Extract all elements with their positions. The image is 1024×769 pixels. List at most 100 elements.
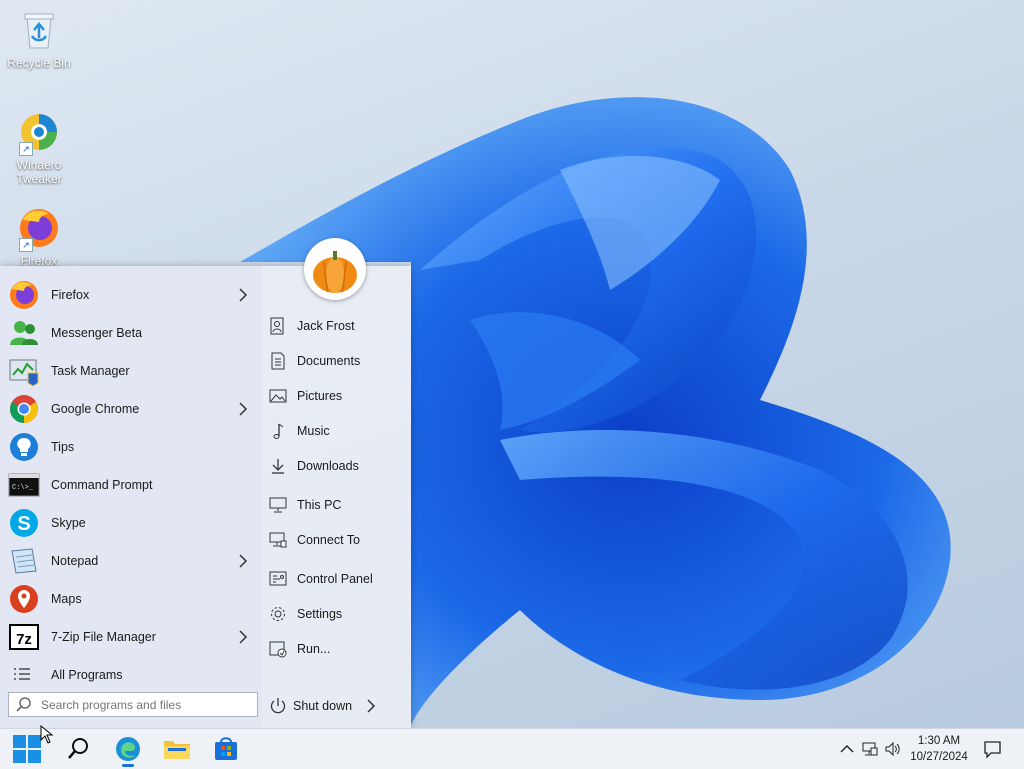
chevron-up-icon[interactable] bbox=[838, 739, 856, 759]
svg-text:C:\>_: C:\>_ bbox=[12, 484, 34, 492]
search-box[interactable] bbox=[8, 692, 258, 717]
all-programs-list-icon bbox=[8, 659, 40, 691]
desktop-icon-recycle-bin[interactable]: Recycle Bin bbox=[3, 8, 75, 70]
chevron-right-icon[interactable] bbox=[236, 552, 250, 570]
desktop-icon-label: Winaero Tweaker bbox=[16, 158, 62, 186]
program-item-notepad[interactable]: Notepad bbox=[8, 544, 254, 578]
clock-time: 1:30 AM bbox=[917, 735, 961, 747]
svg-text:7z: 7z bbox=[16, 631, 32, 648]
program-item-google-chrome[interactable]: Google Chrome bbox=[8, 392, 254, 426]
mouse-cursor-icon bbox=[40, 725, 54, 744]
program-item-tips[interactable]: Tips bbox=[8, 430, 254, 464]
seven-zip-icon: 7z bbox=[8, 621, 40, 653]
power-icon bbox=[270, 698, 286, 714]
taskbar-clock[interactable]: 1:30 AM 10/27/2024 bbox=[904, 733, 974, 765]
volume-icon[interactable] bbox=[884, 739, 902, 759]
shut-down-label: Shut down bbox=[293, 699, 353, 713]
place-label: Music bbox=[297, 424, 330, 438]
start-menu: Firefox Messenger Beta Task Manager Goog… bbox=[0, 238, 411, 728]
maps-icon bbox=[8, 583, 40, 615]
place-item-run[interactable]: Run... bbox=[268, 635, 408, 663]
program-item-messenger-beta[interactable]: Messenger Beta bbox=[8, 316, 254, 350]
user-avatar[interactable] bbox=[304, 238, 366, 300]
search-input[interactable] bbox=[39, 696, 243, 713]
program-label: Skype bbox=[51, 516, 86, 530]
place-label: Downloads bbox=[297, 459, 359, 473]
messenger-icon bbox=[8, 317, 40, 349]
edge-icon bbox=[116, 737, 140, 761]
search-button[interactable] bbox=[60, 733, 96, 765]
task-manager-icon bbox=[8, 355, 40, 387]
program-item-7-zip-file-manager[interactable]: 7z 7-Zip File Manager bbox=[8, 620, 254, 654]
music-icon bbox=[273, 423, 284, 439]
shortcut-arrow-icon: ↗ bbox=[19, 238, 33, 252]
store-icon bbox=[215, 737, 237, 760]
place-item-this-pc[interactable]: This PC bbox=[268, 491, 408, 519]
start-menu-places-pane: Jack Frost Documents Pictures Music Down… bbox=[262, 266, 411, 728]
winaero-tweaker-icon: ↗ bbox=[17, 110, 61, 156]
place-label: Control Panel bbox=[297, 572, 373, 586]
place-label: Pictures bbox=[297, 389, 343, 403]
notification-center-icon[interactable] bbox=[982, 739, 1002, 759]
place-item-control-panel[interactable]: Control Panel bbox=[268, 565, 408, 593]
place-item-jack-frost[interactable]: Jack Frost bbox=[268, 312, 408, 340]
pictures-icon bbox=[269, 389, 287, 403]
place-item-settings[interactable]: Settings bbox=[268, 600, 408, 628]
control-panel-icon bbox=[269, 571, 287, 586]
program-label: 7-Zip File Manager bbox=[51, 630, 156, 644]
pumpkin-avatar-icon bbox=[313, 251, 357, 293]
taskbar-edge-button[interactable] bbox=[110, 733, 146, 767]
place-label: Run... bbox=[297, 642, 331, 656]
tips-icon bbox=[8, 431, 40, 463]
firefox-icon bbox=[8, 279, 40, 311]
taskbar-file-explorer-button[interactable] bbox=[159, 733, 195, 765]
windows-logo-icon bbox=[13, 735, 41, 763]
taskbar-store-button[interactable] bbox=[208, 733, 244, 765]
desktop-icon-label: Recycle Bin bbox=[7, 56, 71, 70]
clock-date: 10/27/2024 bbox=[910, 751, 968, 763]
place-item-music[interactable]: Music bbox=[268, 417, 408, 445]
search-icon bbox=[16, 696, 31, 712]
place-label: This PC bbox=[297, 498, 342, 512]
place-item-documents[interactable]: Documents bbox=[268, 347, 408, 375]
this-pc-icon bbox=[269, 497, 287, 513]
program-item-skype[interactable]: S Skype bbox=[8, 506, 254, 540]
place-label: Documents bbox=[297, 354, 361, 368]
all-programs-button[interactable]: All Programs bbox=[8, 658, 254, 692]
shut-down-button[interactable]: Shut down bbox=[268, 692, 408, 720]
connect-to-icon bbox=[269, 532, 287, 548]
chevron-right-icon[interactable] bbox=[236, 286, 250, 304]
program-label: Firefox bbox=[51, 288, 90, 302]
program-label: Google Chrome bbox=[51, 402, 140, 416]
place-item-connect-to[interactable]: Connect To bbox=[268, 526, 408, 554]
documents-icon bbox=[271, 352, 285, 370]
chevron-right-icon[interactable] bbox=[236, 400, 250, 418]
chrome-icon bbox=[8, 393, 40, 425]
program-item-command-prompt[interactable]: C:\>_ Command Prompt bbox=[8, 468, 254, 502]
command-prompt-icon: C:\>_ bbox=[8, 469, 40, 501]
notepad-icon bbox=[8, 545, 40, 577]
all-programs-label: All Programs bbox=[51, 668, 123, 682]
place-label: Connect To bbox=[297, 533, 361, 547]
folder-icon bbox=[164, 741, 190, 759]
chevron-right-icon[interactable] bbox=[364, 697, 378, 715]
place-label: Settings bbox=[297, 607, 343, 621]
program-label: Tips bbox=[51, 440, 75, 454]
taskbar: 1:30 AM 10/27/2024 bbox=[0, 725, 1024, 769]
desktop-icon-firefox[interactable]: ↗ Firefox bbox=[3, 206, 75, 268]
active-app-indicator bbox=[122, 764, 134, 767]
chevron-right-icon[interactable] bbox=[236, 628, 250, 646]
desktop-icon-winaero-tweaker[interactable]: ↗ Winaero Tweaker bbox=[3, 110, 75, 186]
shortcut-arrow-icon: ↗ bbox=[19, 142, 33, 156]
downloads-icon bbox=[272, 459, 284, 474]
program-label: Command Prompt bbox=[51, 478, 153, 492]
skype-icon: S bbox=[8, 507, 40, 539]
program-item-task-manager[interactable]: Task Manager bbox=[8, 354, 254, 388]
network-icon[interactable] bbox=[861, 739, 879, 759]
program-label: Messenger Beta bbox=[51, 326, 143, 340]
program-item-firefox[interactable]: Firefox bbox=[8, 278, 254, 312]
place-item-downloads[interactable]: Downloads bbox=[268, 452, 408, 480]
program-label: Task Manager bbox=[51, 364, 130, 378]
place-item-pictures[interactable]: Pictures bbox=[268, 382, 408, 410]
program-item-maps[interactable]: Maps bbox=[8, 582, 254, 616]
